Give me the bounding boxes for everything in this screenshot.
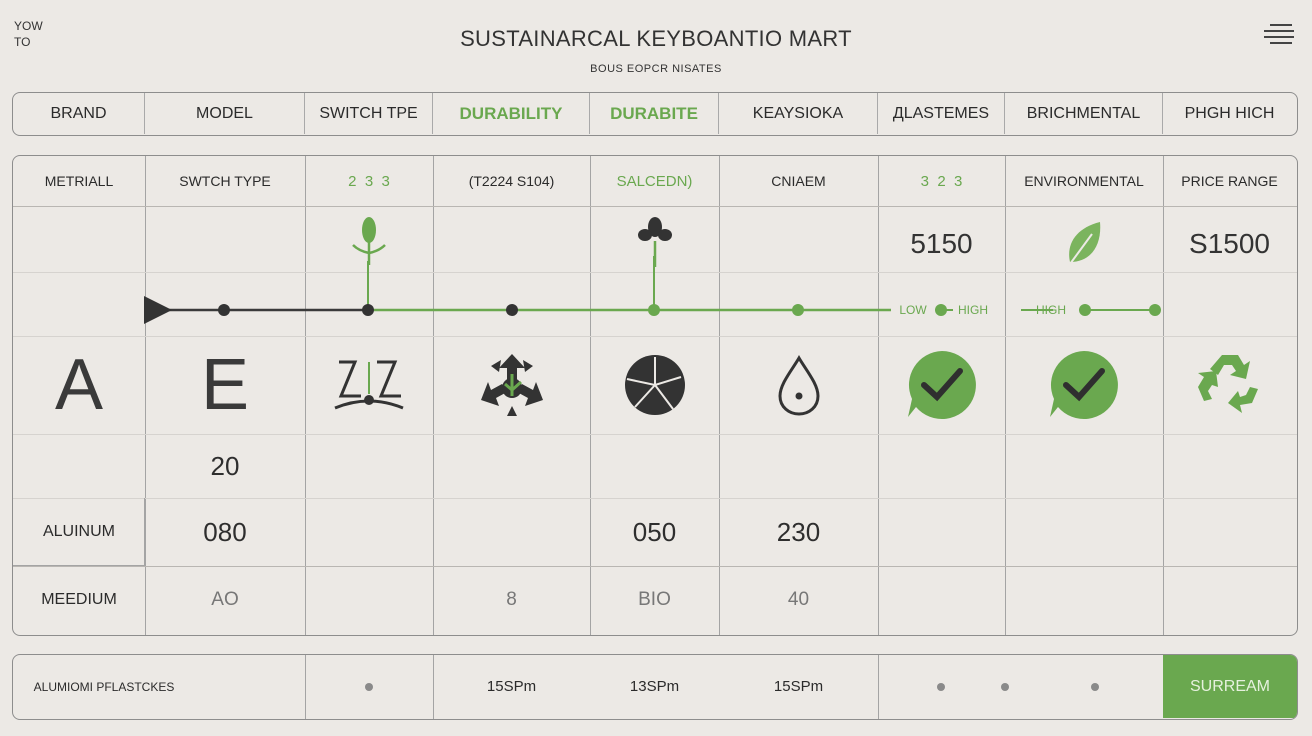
material-value-keaysioka: 230 — [776, 516, 821, 547]
footer-dot[interactable] — [1001, 683, 1009, 691]
column-header-switch-type[interactable]: SWITCH TPE — [305, 93, 433, 134]
column-header-price[interactable]: PHGH HICH — [1163, 93, 1296, 134]
scale-high-label-1: HIGH — [958, 303, 988, 317]
column-header-brand[interactable]: BRAND — [13, 93, 145, 134]
brand-letter-e: E — [200, 345, 250, 425]
column-header-keaysioka[interactable]: KEAYSIOKA — [719, 93, 878, 134]
material-label: ALUINUM — [42, 523, 115, 540]
timeline-dot[interactable] — [646, 302, 662, 318]
drop-icon — [719, 336, 878, 434]
footer-time-1: 15SPm — [486, 678, 537, 695]
segmented-disc-icon — [590, 336, 719, 434]
timeline-dot[interactable] — [504, 302, 520, 318]
timeline-dot[interactable] — [360, 302, 376, 318]
material-value-durabite: 050 — [632, 516, 677, 547]
recycle-icon-green — [1163, 336, 1296, 434]
column-header-plastemes[interactable]: ДLASTEMES — [878, 93, 1005, 134]
page-title: SUSTAINARCAL KEYBOANTIO MART — [460, 26, 852, 51]
scale-low-label: LOW — [899, 303, 927, 317]
recycle-icon — [433, 336, 590, 434]
hamburger-menu-icon[interactable] — [1264, 22, 1294, 50]
checkmark-icon — [878, 336, 1005, 434]
model-count: 20 — [210, 450, 240, 481]
footer-bar: ALUMIOMI PFLASTCKES 15SPm 13SPm 15SPm SU… — [12, 654, 1298, 720]
page-subtitle: BOUS EOPCR NISATES — [590, 63, 722, 75]
column-header-environmental[interactable]: BRICHMENTAL — [1005, 93, 1163, 134]
switch-shape-icon — [305, 336, 433, 434]
grade-value-durability: 8 — [506, 589, 517, 610]
timeline-dot[interactable] — [1147, 302, 1163, 318]
footer-label: ALUMIOMI PFLASTCKES — [33, 679, 175, 694]
grade-value-keaysioka: 40 — [787, 589, 810, 610]
material-value-model: 080 — [203, 516, 247, 547]
scale-high-label-2: HIGH — [1036, 303, 1066, 317]
footer-dot[interactable] — [1091, 683, 1099, 691]
footer-time-3: 15SPm — [773, 678, 824, 695]
grade-value-durabite: BIO — [638, 589, 671, 610]
grade-value-model: AO — [211, 589, 239, 610]
comparison-grid: METRIALL SWTCH TYPE 2 3 3 (T2224 S104) S… — [12, 155, 1298, 636]
timeline-dot[interactable] — [1077, 302, 1093, 318]
timeline-dot[interactable] — [216, 302, 232, 318]
timeline-dot[interactable] — [933, 302, 949, 318]
column-header-bar: BRAND MODEL SWITCH TPE DURABILITY DURABI… — [12, 92, 1298, 136]
brand-letter-a: A — [54, 345, 104, 425]
arrow-head-icon — [141, 294, 175, 326]
checkmark-icon-2 — [1005, 336, 1163, 434]
footer-dot[interactable] — [365, 683, 373, 691]
footer-time-2: 13SPm — [629, 678, 680, 695]
grade-label: MEEDIUM — [41, 591, 117, 608]
column-header-durability[interactable]: DURABILITY — [433, 93, 590, 134]
column-header-model[interactable]: MODEL — [145, 93, 305, 134]
submit-button[interactable]: SURREAM — [1163, 655, 1297, 718]
timeline-dot[interactable] — [790, 302, 806, 318]
column-header-durabite[interactable]: DURABITE — [590, 93, 719, 134]
footer-dot[interactable] — [937, 683, 945, 691]
